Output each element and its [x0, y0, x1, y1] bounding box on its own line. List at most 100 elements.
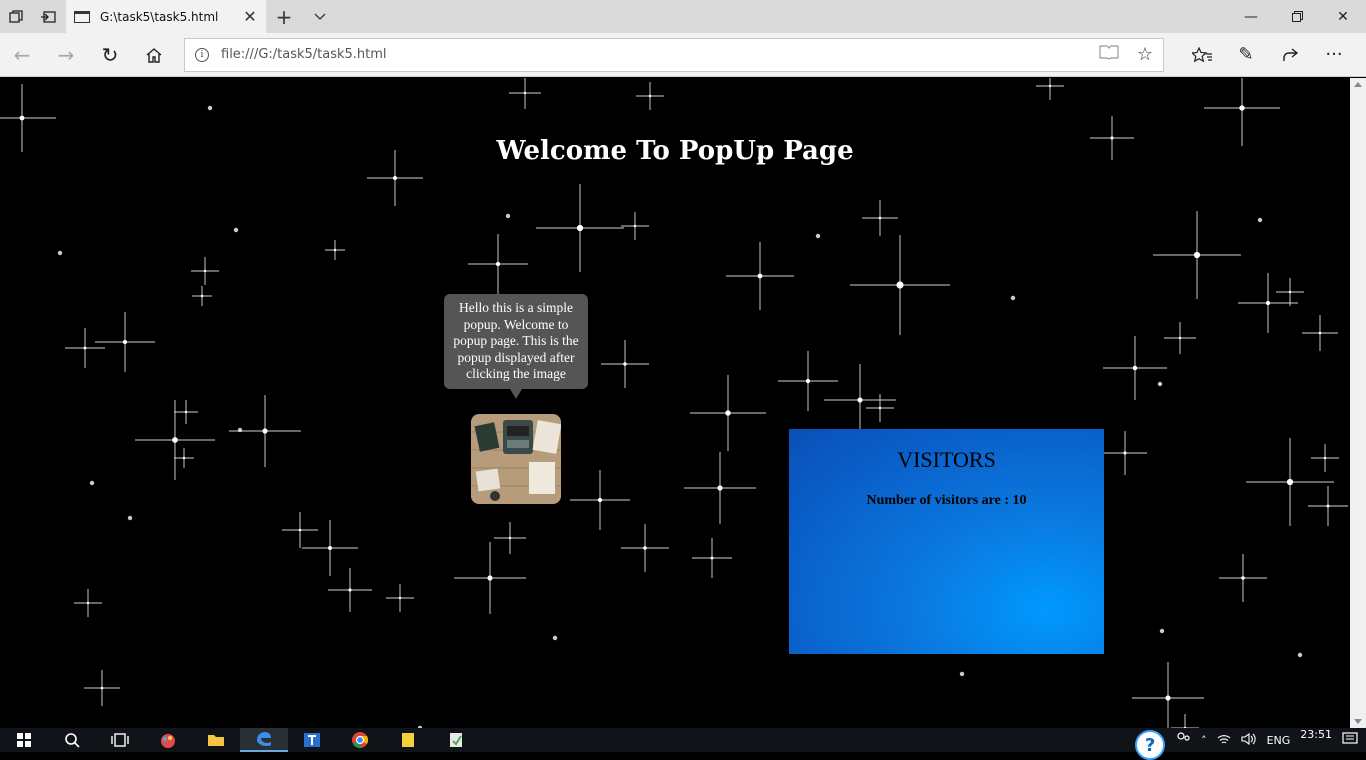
home-icon[interactable]	[132, 33, 176, 77]
star-dot	[552, 635, 558, 641]
star	[454, 542, 526, 614]
popup-trigger-image[interactable]	[471, 414, 561, 504]
star-dot	[127, 515, 133, 521]
folder-icon[interactable]	[192, 728, 240, 752]
browser-tab[interactable]: G:\task5\task5.html ✕	[66, 0, 266, 33]
reading-view-icon[interactable]	[1099, 44, 1119, 65]
popup-tooltip: Hello this is a simple popup. Welcome to…	[444, 294, 588, 398]
close-icon[interactable]: ✕	[242, 7, 258, 26]
vertical-scrollbar[interactable]	[1350, 78, 1366, 728]
star	[468, 234, 528, 294]
star	[494, 522, 526, 554]
star	[174, 448, 194, 468]
notes-icon[interactable]: ✎	[1224, 33, 1268, 77]
star	[621, 524, 669, 572]
star	[1311, 444, 1339, 472]
tab-list-icon[interactable]	[302, 0, 338, 33]
page-viewport: Welcome To PopUp Page Hello this is a si…	[0, 78, 1350, 728]
show-hidden-icons-icon[interactable]: ˄	[1201, 734, 1207, 747]
star-dot	[505, 213, 511, 219]
share-icon[interactable]	[1268, 33, 1312, 77]
star	[192, 286, 212, 306]
people-icon[interactable]	[1175, 731, 1191, 749]
star	[1308, 486, 1348, 526]
star	[1103, 431, 1147, 475]
tab-title: G:\task5\task5.html	[100, 9, 219, 24]
star	[636, 82, 664, 110]
taskbar: ? ˄ ENG 23:51	[0, 728, 1366, 760]
restore-icon[interactable]	[1274, 0, 1320, 33]
star	[684, 452, 756, 524]
star-dot	[89, 480, 95, 486]
help-icon[interactable]: ?	[1135, 730, 1166, 760]
star-dot	[237, 427, 243, 433]
star	[282, 512, 318, 548]
star	[601, 340, 649, 388]
star	[1036, 78, 1064, 100]
star	[824, 364, 896, 436]
minimize-icon[interactable]: —	[1228, 0, 1274, 33]
star	[174, 400, 198, 424]
star-dot	[815, 233, 821, 239]
favorites-icon[interactable]	[1180, 33, 1224, 77]
window-close-icon[interactable]: ✕	[1320, 0, 1366, 33]
star	[509, 78, 541, 109]
visitors-count: Number of visitors are : 10	[866, 493, 1027, 508]
star-dot	[1257, 217, 1263, 223]
clock-time[interactable]: 23:51	[1300, 728, 1332, 741]
scroll-up-arrow[interactable]	[1354, 82, 1362, 87]
star	[1246, 438, 1334, 526]
language-indicator[interactable]: ENG	[1267, 734, 1291, 747]
star	[862, 200, 898, 236]
windows-start-icon[interactable]	[0, 728, 48, 752]
forward-icon[interactable]: →	[44, 33, 88, 77]
notes-app-icon[interactable]	[384, 728, 432, 752]
visitors-panel: VISITORS Number of visitors are : 10	[789, 429, 1104, 654]
star-dot	[233, 227, 239, 233]
search-icon[interactable]	[48, 728, 96, 752]
network-icon[interactable]	[1217, 733, 1231, 748]
back-icon[interactable]: ←	[0, 33, 44, 77]
title-bar: G:\task5\task5.html ✕ + — ✕	[0, 0, 1366, 33]
tab-view-icon[interactable]	[0, 0, 32, 33]
system-tray: ? ˄ ENG 23:51	[1135, 720, 1366, 760]
star	[778, 351, 838, 411]
navigation-bar: ← → ↻ i file:///G:/task5/task5.html ☆ ✎ …	[0, 33, 1366, 77]
volume-icon[interactable]	[1241, 732, 1257, 748]
refresh-icon[interactable]: ↻	[88, 33, 132, 77]
star	[328, 568, 372, 612]
url-text: file:///G:/task5/task5.html	[221, 47, 387, 62]
star	[536, 184, 624, 272]
paint-icon[interactable]	[144, 728, 192, 752]
info-icon[interactable]: i	[195, 47, 209, 62]
star	[95, 312, 155, 372]
star-dot	[1297, 652, 1303, 658]
set-aside-icon[interactable]	[32, 0, 64, 33]
more-icon[interactable]: ···	[1312, 33, 1356, 77]
star	[570, 470, 630, 530]
star	[1132, 662, 1204, 728]
editor-app-icon[interactable]	[432, 728, 480, 752]
starfield-background	[0, 78, 1348, 728]
favorite-star-icon[interactable]: ☆	[1137, 44, 1153, 65]
star	[325, 240, 345, 260]
star	[84, 670, 120, 706]
task-view-icon[interactable]	[96, 728, 144, 752]
star-dot	[1010, 295, 1016, 301]
star-dot	[1157, 381, 1163, 387]
edge-icon[interactable]	[240, 728, 288, 752]
chrome-icon[interactable]	[336, 728, 384, 752]
star	[726, 242, 794, 310]
star	[690, 375, 766, 451]
notification-icon[interactable]	[1342, 731, 1358, 749]
app-icon-t[interactable]	[288, 728, 336, 752]
page-title: Welcome To PopUp Page	[496, 136, 854, 166]
page-icon	[74, 10, 90, 23]
star	[302, 520, 358, 576]
star-dot	[959, 671, 965, 677]
star	[850, 235, 950, 335]
address-bar[interactable]: i file:///G:/task5/task5.html ☆	[184, 37, 1164, 72]
star-dot	[1159, 628, 1165, 634]
star	[1219, 554, 1267, 602]
new-tab-icon[interactable]: +	[266, 0, 302, 33]
